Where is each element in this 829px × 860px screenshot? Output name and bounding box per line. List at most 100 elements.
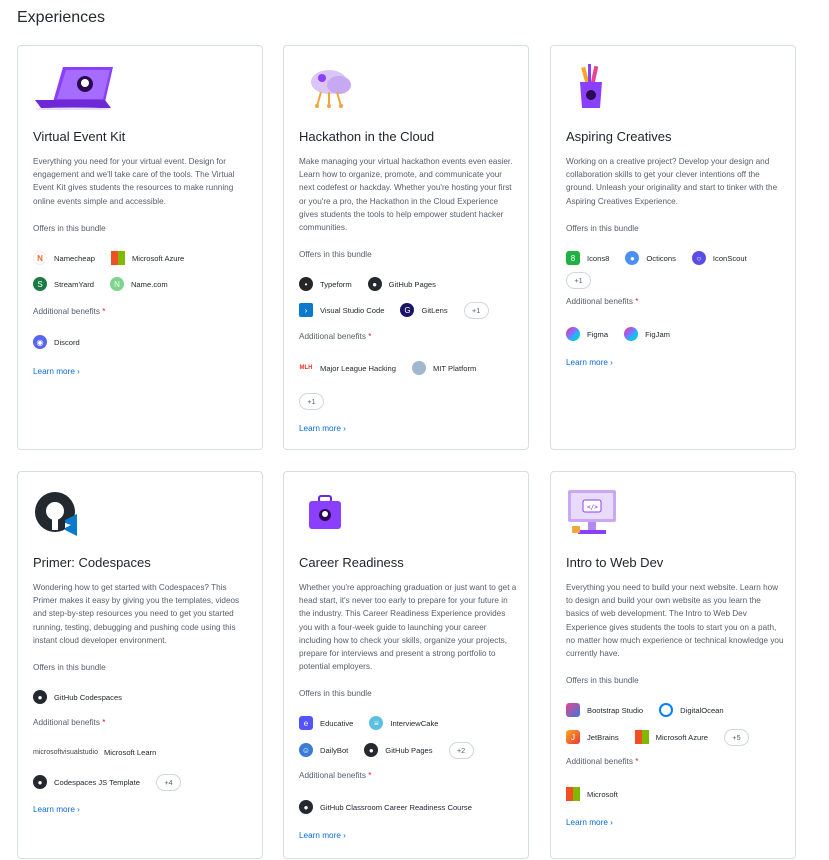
offers-label: Offers in this bundle [299,689,372,698]
more-offers-badge[interactable]: +1 [566,272,591,289]
more-offers-badge[interactable]: +2 [448,741,474,759]
card-career-readiness: Career Readiness Whether you're approach… [283,471,529,859]
required-asterisk: * [635,297,639,306]
microsoft-icon [634,730,649,744]
card-description: Working on a creative project? Develop y… [566,157,778,206]
monitor-icon: </> [566,490,656,536]
name-com-icon: N [109,277,124,291]
benefit-codespaces-js-template[interactable]: ● Codespaces JS Template [33,772,140,792]
offer-bootstrap-studio[interactable]: Bootstrap Studio [566,700,643,720]
benefit-mit-platform[interactable]: MIT Platform [411,358,476,378]
octicons-icon: ● [625,251,640,265]
offer-interviewcake[interactable]: ≡ InterviewCake [369,713,438,733]
laptop-icon [33,64,123,110]
jetbrains-icon: J [566,730,580,744]
offer-educative[interactable]: e Educative [299,713,353,733]
offer-jetbrains[interactable]: J JetBrains [566,727,619,747]
more-benefits-badge[interactable]: +4 [155,773,181,791]
card-title: Aspiring Creatives [566,129,672,144]
card-title: Primer: Codespaces [33,555,151,570]
card-virtual-event-kit: Virtual Event Kit Everything you need fo… [17,45,263,450]
offer-namecheap[interactable]: N Namecheap [33,248,95,268]
required-asterisk: * [368,771,372,780]
card-title: Career Readiness [299,555,404,570]
offers-label: Offers in this bundle [33,663,106,672]
benefit-microsoft-learn[interactable]: microsoftvisualstudio Microsoft Learn [33,742,156,762]
offer-github-codespaces[interactable]: ● GitHub Codespaces [33,687,122,707]
benefits-label: Additional benefits * [33,718,106,727]
benefits-label: Additional benefits * [566,757,639,766]
cloud-icon [299,64,389,110]
gitlens-icon: G [400,303,415,317]
figma-icon [566,327,580,341]
learn-more-link[interactable]: Learn more › [566,358,613,367]
card-description: Wondering how to get started with Codesp… [33,583,240,645]
interviewcake-icon: ≡ [369,716,384,730]
offer-streamyard[interactable]: S StreamYard [33,274,94,294]
required-asterisk: * [368,332,372,341]
offer-github-pages[interactable]: ● GitHub Pages [367,274,436,294]
card-intro-to-web-dev: </> Intro to Web Dev Everything you need… [550,471,796,859]
offer-microsoft-azure[interactable]: Microsoft Azure [110,248,184,268]
offers-label: Offers in this bundle [566,224,639,233]
github-icon: ● [33,775,47,789]
learn-more-link[interactable]: Learn more › [566,818,613,827]
github-icon: ● [364,743,379,757]
microsoft-icon [566,787,580,801]
benefit-microsoft[interactable]: Microsoft [566,784,618,804]
learn-more-link[interactable]: Learn more › [33,805,80,814]
icons8-icon: 8 [566,251,580,265]
benefits-label: Additional benefits * [299,332,372,341]
card-primer-codespaces: Primer: Codespaces Wondering how to get … [17,471,263,859]
broken-image-alt-text: microsoftvisualstudio [33,748,98,756]
educative-icon: e [299,716,313,730]
iconscout-icon: ○ [691,251,706,265]
more-benefits-badge[interactable]: +1 [299,393,324,410]
github-codespaces-icon: ● [33,690,47,704]
benefit-discord[interactable]: ◉ Discord [33,332,80,352]
card-description: Make managing your virtual hackathon eve… [299,157,513,233]
github-icon: ● [299,800,313,814]
offer-gitlens[interactable]: G GitLens [400,300,448,320]
more-offers-badge[interactable]: +1 [463,301,489,319]
benefit-major-league-hacking[interactable]: MLH Major League Hacking [299,358,396,378]
required-asterisk: * [635,757,639,766]
offer-github-pages[interactable]: ● GitHub Pages [364,740,433,760]
svg-text:</>: </> [587,504,598,511]
benefits-label: Additional benefits * [33,307,106,316]
benefit-figma[interactable]: Figma [566,324,608,344]
benefit-figjam[interactable]: FigJam [624,324,670,344]
more-offers-badge[interactable]: +5 [724,728,749,746]
page-title: Experiences [17,9,106,26]
learn-more-link[interactable]: Learn more › [299,424,346,433]
github-vscode-icon [33,490,123,536]
pencil-cup-icon [566,64,656,110]
card-description: Whether you're approaching graduation or… [299,583,517,672]
offer-typeform[interactable]: • Typeform [299,274,352,294]
card-description: Everything you need for your virtual eve… [33,157,235,206]
github-icon: ● [367,277,382,291]
offers-label: Offers in this bundle [33,224,106,233]
offer-octicons[interactable]: ● Octicons [625,248,676,268]
dailybot-icon: ☺ [299,743,313,757]
offer-digitalocean[interactable]: DigitalOcean [659,700,724,720]
mlh-icon: MLH [299,361,313,375]
benefit-github-classroom-career-readiness-course[interactable]: ● GitHub Classroom Career Readiness Cours… [299,797,472,817]
learn-more-link[interactable]: Learn more › [33,367,80,376]
offer-microsoft-azure[interactable]: Microsoft Azure [634,727,708,747]
streamyard-icon: S [33,277,47,291]
offer-dailybot[interactable]: ☺ DailyBot [299,740,348,760]
digitalocean-icon [659,703,674,717]
card-title: Hackathon in the Cloud [299,129,435,144]
offer-visual-studio-code[interactable]: › Visual Studio Code [299,300,384,320]
required-asterisk: * [102,718,106,727]
card-aspiring-creatives: Aspiring Creatives Working on a creative… [550,45,796,450]
microsoft-icon [110,251,125,265]
card-hackathon-in-the-cloud: Hackathon in the Cloud Make managing you… [283,45,529,450]
offers-label: Offers in this bundle [566,676,639,685]
benefits-label: Additional benefits * [299,771,372,780]
offer-name-com[interactable]: N Name.com [109,274,168,294]
offer-icons8[interactable]: 8 Icons8 [566,248,609,268]
learn-more-link[interactable]: Learn more › [299,831,346,840]
offer-iconscout[interactable]: ○ IconScout [691,248,747,268]
